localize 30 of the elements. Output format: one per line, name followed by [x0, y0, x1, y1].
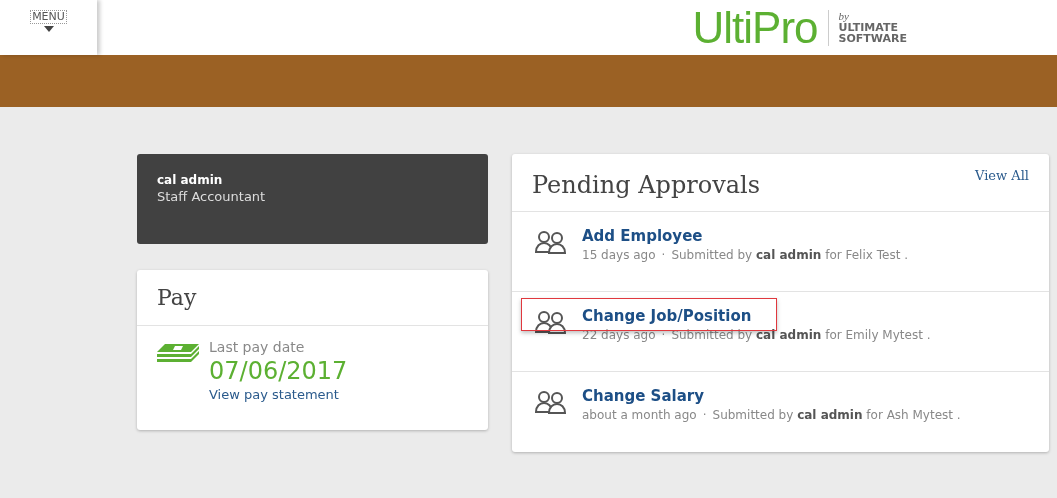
people-icon — [534, 390, 568, 414]
pay-date: 07/06/2017 — [209, 356, 348, 386]
view-all-link[interactable]: View All — [975, 166, 1029, 211]
menu-button[interactable]: MENU — [0, 0, 97, 55]
people-icon — [534, 310, 568, 334]
approval-title-link[interactable]: Change Job/Position — [582, 306, 931, 326]
money-stack-icon — [157, 344, 199, 364]
card-title: Pay — [157, 284, 197, 312]
approval-detail: Submitted by cal admin for Felix Test . — [671, 247, 908, 264]
view-pay-statement-link[interactable]: View pay statement — [209, 386, 348, 404]
approval-detail: Submitted by cal admin for Ash Mytest . — [712, 407, 961, 424]
logo-by-text: by — [838, 11, 850, 22]
separator-dot: · — [702, 407, 707, 424]
profile-title: Staff Accountant — [157, 188, 267, 206]
approval-time: 15 days ago — [582, 247, 656, 264]
approval-detail: Submitted by cal admin for Emily Mytest . — [671, 327, 931, 344]
separator-dot: · — [661, 247, 666, 264]
profile-name: cal admin — [157, 172, 224, 188]
pay-date-label: Last pay date — [209, 338, 306, 356]
logo-company-text: SOFTWARE — [838, 33, 907, 44]
caret-icon — [43, 26, 54, 32]
people-icon — [534, 230, 568, 254]
menu-label: MENU — [30, 10, 67, 24]
logo-wordmark: UltiPro — [692, 5, 818, 50]
approval-time: about a month ago — [582, 407, 697, 424]
separator-dot: · — [661, 327, 666, 344]
approval-title-link[interactable]: Change Salary — [582, 386, 961, 406]
approval-title-link[interactable]: Add Employee — [582, 226, 908, 246]
card-title: Pending Approvals — [532, 170, 761, 201]
logo-company-text: ULTIMATE — [838, 22, 899, 33]
